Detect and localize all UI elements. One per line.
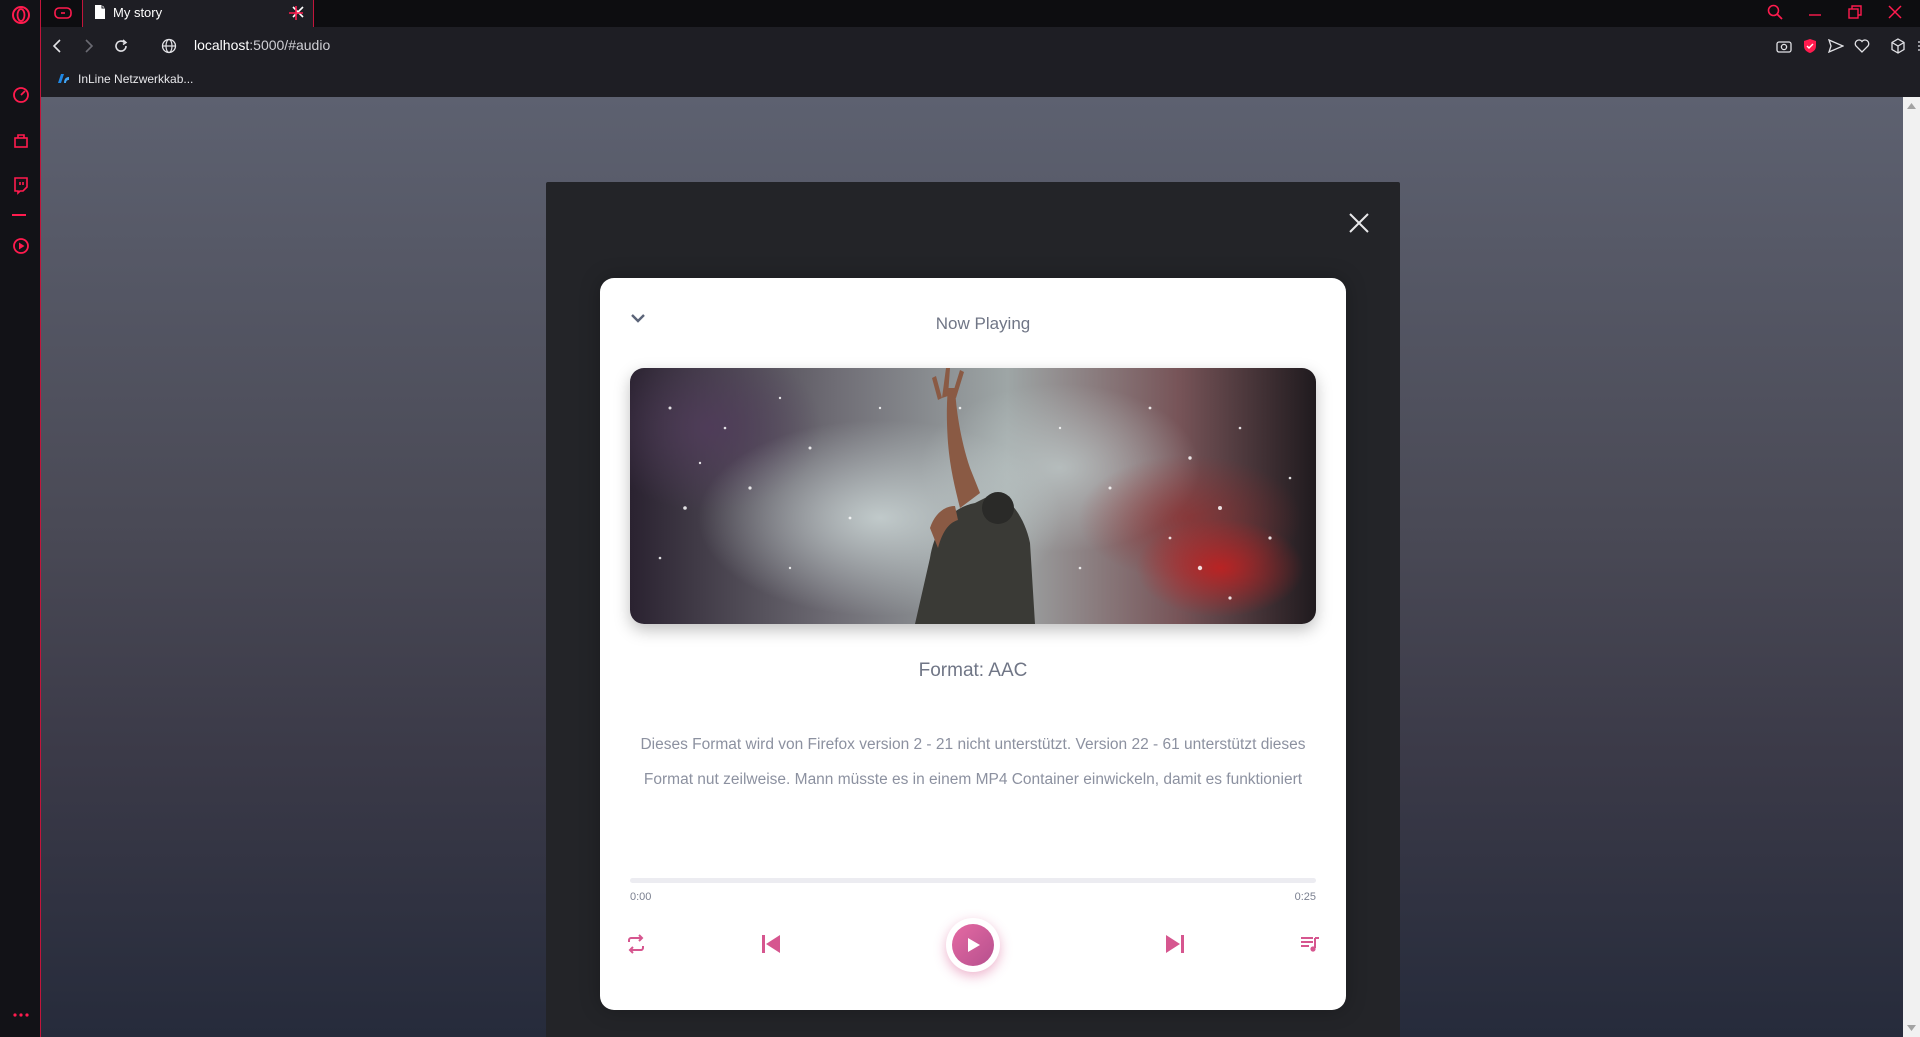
repeat-button[interactable] <box>620 928 652 960</box>
progress-bar[interactable] <box>630 878 1316 883</box>
snapshot-button[interactable] <box>1774 36 1794 56</box>
restore-button[interactable] <box>1835 0 1875 24</box>
twitch-icon[interactable] <box>11 175 31 195</box>
forward-button[interactable] <box>79 36 99 56</box>
close-icon <box>1888 5 1902 19</box>
reload-icon <box>115 39 128 52</box>
adblock-button[interactable] <box>1800 36 1820 56</box>
scroll-up-icon[interactable] <box>1907 101 1916 109</box>
now-playing-title: Now Playing <box>935 314 1031 333</box>
search-icon <box>1767 4 1783 20</box>
camera-icon <box>1776 41 1792 53</box>
format-label: Format: AAC <box>918 660 1028 681</box>
url-field[interactable]: localhost:5000/#audio <box>194 37 330 53</box>
skip-next-icon <box>1166 935 1184 953</box>
url-path: :5000/#audio <box>249 37 331 53</box>
site-info-button[interactable] <box>159 36 179 56</box>
audio-modal: Now Playing Format: AAC Dieses Format wi… <box>546 182 1400 1037</box>
speed-dial-icon[interactable] <box>11 85 31 105</box>
bookmark-label: InLine Netzwerkkab... <box>78 72 194 86</box>
player-card: Now Playing Format: AAC Dieses Format wi… <box>600 278 1346 1010</box>
play-button-inner <box>952 924 994 966</box>
send-icon <box>1828 39 1844 53</box>
bookmarks-bar: InLine Netzwerkkab... <box>41 65 1920 97</box>
shield-icon <box>1804 39 1816 53</box>
url-host: localhost <box>194 37 250 53</box>
close-icon[interactable] <box>1348 212 1370 234</box>
skip-previous-icon <box>762 935 780 953</box>
time-total: 0:25 <box>1294 891 1316 903</box>
page-viewport: Now Playing Format: AAC Dieses Format wi… <box>41 97 1903 1037</box>
back-button[interactable] <box>47 36 67 56</box>
send-button[interactable] <box>1826 36 1846 56</box>
reload-button[interactable] <box>111 36 131 56</box>
back-icon <box>52 39 61 53</box>
previous-button[interactable] <box>755 928 787 960</box>
inline-logo-icon <box>58 74 69 83</box>
time-current: 0:00 <box>630 891 652 903</box>
sidebar-separator <box>12 214 26 216</box>
repeat-icon <box>628 934 644 954</box>
forward-icon <box>85 39 94 53</box>
document-icon <box>95 5 105 19</box>
easy-setup-button[interactable] <box>1914 36 1920 56</box>
minimize-icon <box>1809 14 1821 16</box>
window-close-button[interactable] <box>1875 0 1915 24</box>
heart-icon <box>1854 39 1870 53</box>
page-scrollbar[interactable] <box>1903 97 1920 1037</box>
scroll-down-icon[interactable] <box>1907 1025 1916 1033</box>
tab-my-story[interactable]: My story <box>82 0 314 27</box>
opera-logo-icon[interactable] <box>11 5 31 25</box>
play-icon <box>968 938 980 952</box>
cover-artwork <box>658 368 1292 624</box>
playlist-button[interactable] <box>1294 928 1326 960</box>
globe-icon <box>161 38 177 54</box>
workspaces-icon[interactable] <box>45 0 81 27</box>
new-tab-icon[interactable] <box>284 1 308 25</box>
browser-search-button[interactable] <box>1755 0 1795 24</box>
bag-icon[interactable] <box>11 131 31 151</box>
restore-icon <box>1848 5 1862 19</box>
playlist-icon <box>1301 937 1319 952</box>
next-button[interactable] <box>1159 928 1191 960</box>
bookmark-heart-button[interactable] <box>1852 36 1872 56</box>
browser-sidebar <box>0 0 41 1037</box>
cube-icon <box>1891 38 1905 54</box>
address-bar: localhost:5000/#audio <box>41 27 1920 65</box>
player-icon[interactable] <box>11 236 31 256</box>
extensions-button[interactable] <box>1888 36 1908 56</box>
tab-bar: My story <box>41 0 1920 27</box>
more-icon[interactable] <box>11 1005 31 1025</box>
tab-title: My story <box>113 5 163 20</box>
play-button[interactable] <box>946 918 1000 972</box>
album-cover-image <box>630 368 1316 624</box>
bookmark-inline[interactable]: InLine Netzwerkkab... <box>55 71 193 87</box>
minimize-button[interactable] <box>1795 0 1835 24</box>
format-description: Dieses Format wird von Firefox version 2… <box>640 736 1306 788</box>
